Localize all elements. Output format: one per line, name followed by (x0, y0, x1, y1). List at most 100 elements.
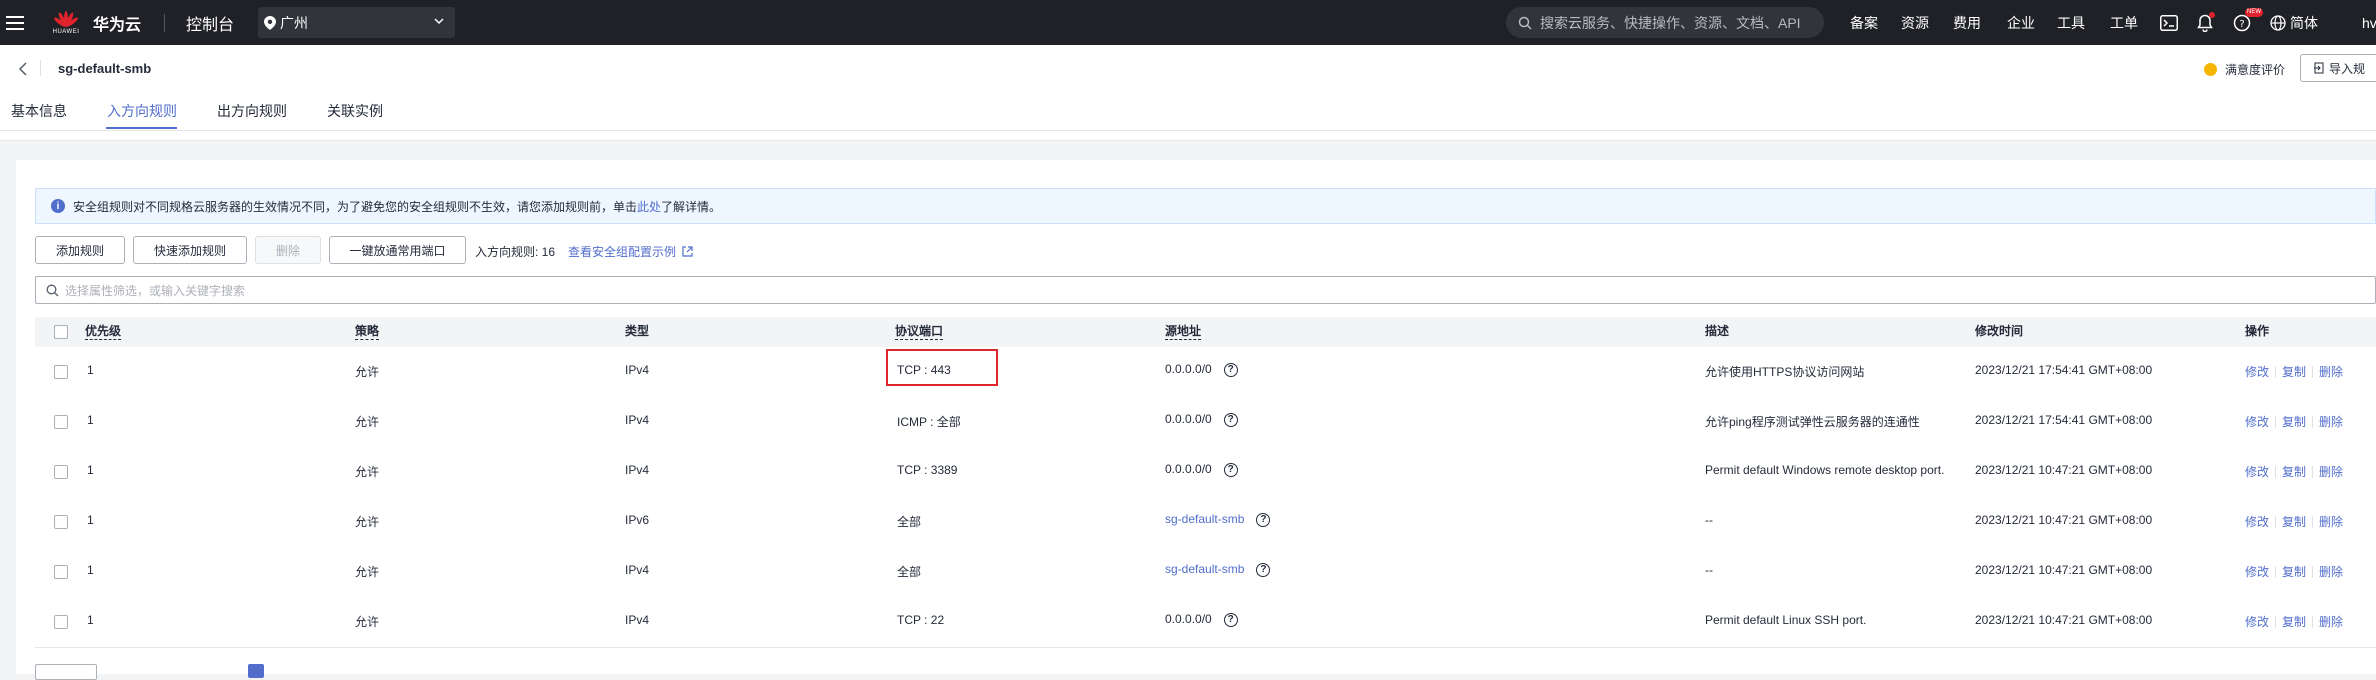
page-size-select[interactable] (35, 664, 97, 680)
cell-description: Permit default Windows remote desktop po… (1705, 463, 1945, 477)
copy-link[interactable]: 复制 (2282, 463, 2306, 480)
delete-link[interactable]: 删除 (2319, 363, 2343, 380)
nav-resources[interactable]: 资源 (1901, 0, 1929, 45)
cell-source: 0.0.0.0/0? (1165, 412, 1238, 427)
question-circle-icon[interactable]: ? (1223, 612, 1238, 627)
col-source[interactable]: 源地址 (1165, 324, 1202, 340)
select-all-checkbox[interactable] (54, 325, 68, 339)
col-priority[interactable]: 优先级 (85, 324, 122, 340)
question-circle-icon[interactable]: ? (1223, 462, 1238, 477)
row-checkbox[interactable] (54, 515, 68, 529)
row-checkbox[interactable] (54, 365, 68, 379)
source-address: 0.0.0.0/0 (1165, 462, 1212, 476)
cell-modified-time: 2023/12/21 10:47:21 GMT+08:00 (1975, 563, 2153, 577)
terminal-icon[interactable] (2160, 0, 2178, 45)
source-group-link[interactable]: sg-default-smb (1165, 562, 1244, 576)
cell-policy: 允许 (355, 515, 380, 529)
question-circle-icon[interactable]: ? (1256, 562, 1271, 577)
tabs-divider (0, 130, 2376, 131)
nav-tools[interactable]: 工具 (2057, 0, 2085, 45)
col-policy[interactable]: 策略 (355, 324, 380, 340)
cell-protocol-port: TCP : 3389 (897, 463, 958, 477)
divider (2312, 515, 2314, 528)
delete-link[interactable]: 删除 (2319, 613, 2343, 630)
copy-link[interactable]: 复制 (2282, 513, 2306, 530)
edit-link[interactable]: 修改 (2245, 513, 2269, 530)
huawei-logo[interactable]: HUAWEI (46, 0, 86, 45)
filter-search-input[interactable]: 选择属性筛选，或输入关键字搜索 (35, 276, 2376, 304)
row-checkbox[interactable] (54, 415, 68, 429)
cell-policy: 允许 (355, 365, 380, 379)
nav-billing[interactable]: 费用 (1953, 0, 1981, 45)
console-link[interactable]: 控制台 (186, 0, 234, 45)
row-checkbox[interactable] (54, 465, 68, 479)
language-switch[interactable]: 简体 (2270, 0, 2318, 45)
delete-link[interactable]: 删除 (2319, 413, 2343, 430)
edit-link[interactable]: 修改 (2245, 363, 2269, 380)
search-icon (1518, 16, 1532, 30)
divider (2275, 515, 2277, 528)
back-arrow-icon[interactable] (18, 62, 28, 76)
brand-name[interactable]: 华为云 (93, 0, 141, 45)
edit-link[interactable]: 修改 (2245, 613, 2269, 630)
row-checkbox[interactable] (54, 615, 68, 629)
divider (2312, 465, 2314, 478)
tab-outbound-rules[interactable]: 出方向规则 (217, 101, 287, 121)
menu-icon[interactable] (6, 0, 28, 45)
row-checkbox[interactable] (54, 565, 68, 579)
filter-placeholder: 选择属性筛选，或输入关键字搜索 (65, 283, 246, 298)
help-icon[interactable]: ? NEW (2233, 0, 2263, 45)
copy-link[interactable]: 复制 (2282, 563, 2306, 580)
copy-link[interactable]: 复制 (2282, 413, 2306, 430)
cell-priority: 1 (87, 613, 94, 627)
global-search[interactable]: 搜索云服务、快捷操作、资源、文档、API (1506, 7, 1824, 38)
copy-link[interactable]: 复制 (2282, 363, 2306, 380)
nav-beian[interactable]: 备案 (1850, 0, 1878, 45)
col-protocol-port[interactable]: 协议端口 (895, 324, 944, 340)
region-label: 广州 (280, 14, 308, 31)
cell-type: IPv4 (625, 413, 650, 427)
edit-link[interactable]: 修改 (2245, 563, 2269, 580)
tab-basic-info[interactable]: 基本信息 (11, 101, 67, 121)
user-menu[interactable]: hv (2362, 0, 2376, 45)
delete-link[interactable]: 删除 (2319, 563, 2343, 580)
tab-associated-instances[interactable]: 关联实例 (327, 101, 383, 121)
import-rules-button[interactable]: 导入规 (2300, 54, 2376, 82)
copy-link[interactable]: 复制 (2282, 613, 2306, 630)
quick-add-rule-button[interactable]: 快速添加规则 (133, 236, 247, 264)
cell-description: 允许ping程序测试弹性云服务器的连通性 (1705, 415, 1920, 429)
satisfaction-rating[interactable]: 满意度评价 (2204, 61, 2285, 78)
question-circle-icon[interactable]: ? (1223, 412, 1238, 427)
nav-enterprise[interactable]: 企业 (2007, 0, 2035, 45)
source-group-link[interactable]: sg-default-smb (1165, 512, 1244, 526)
cell-protocol-port: TCP : 22 (897, 613, 945, 627)
open-common-ports-button[interactable]: 一键放通常用端口 (329, 236, 466, 264)
delete-link[interactable]: 删除 (2319, 463, 2343, 480)
notice-link[interactable]: 此处 (637, 198, 661, 215)
nav-tickets[interactable]: 工单 (2110, 0, 2138, 45)
delete-button[interactable]: 删除 (255, 236, 321, 264)
delete-link[interactable]: 删除 (2319, 513, 2343, 530)
info-notice: i 安全组规则对不同规格云服务器的生效情况不同，为了避免您的安全组规则不生效，请… (35, 188, 2376, 224)
bell-icon[interactable] (2197, 0, 2215, 45)
cell-type: IPv4 (625, 613, 650, 627)
add-rule-button[interactable]: 添加规则 (35, 236, 125, 264)
notification-dot (2209, 12, 2215, 18)
search-placeholder: 搜索云服务、快捷操作、资源、文档、API (1540, 14, 1801, 31)
divider (40, 60, 41, 76)
cell-policy: 允许 (355, 465, 380, 479)
question-circle-icon[interactable]: ? (1223, 362, 1238, 377)
page-number[interactable] (248, 664, 264, 678)
cell-protocol-port: 全部 (897, 515, 922, 529)
edit-link[interactable]: 修改 (2245, 413, 2269, 430)
header-panel (0, 45, 2376, 141)
view-example-link[interactable]: 查看安全组配置示例 (568, 243, 693, 260)
question-circle-icon[interactable]: ? (1256, 512, 1271, 527)
region-selector[interactable]: 广州 (258, 7, 455, 38)
new-badge: NEW (2245, 8, 2263, 17)
cell-description: Permit default Linux SSH port. (1705, 613, 1867, 627)
cell-modified-time: 2023/12/21 10:47:21 GMT+08:00 (1975, 613, 2153, 627)
table-row: 1 允许 IPv4 全部 -- 2023/12/21 10:47:21 GMT+08:00… (35, 547, 2376, 598)
tab-inbound-rules[interactable]: 入方向规则 (107, 101, 177, 121)
edit-link[interactable]: 修改 (2245, 463, 2269, 480)
